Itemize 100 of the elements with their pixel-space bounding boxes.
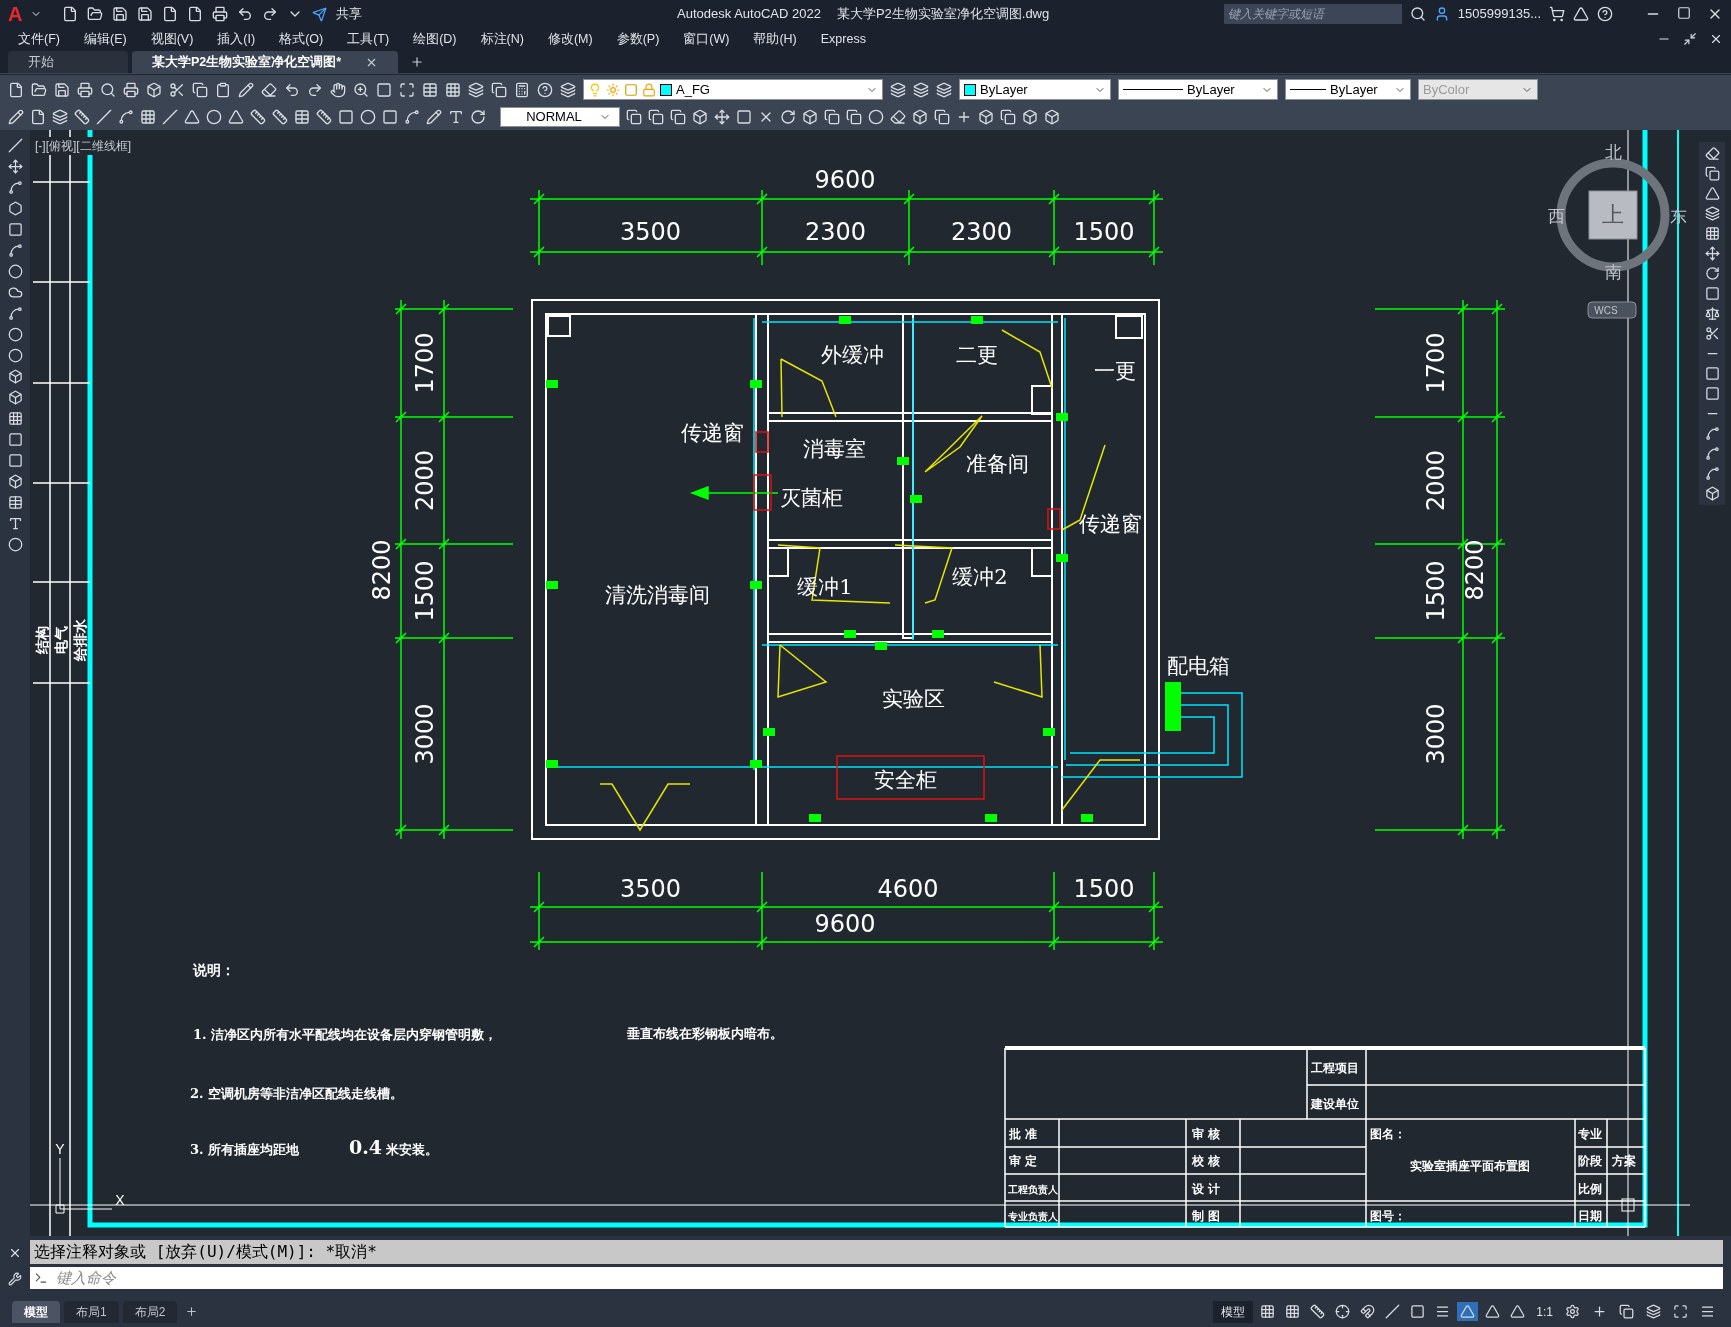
- rotate-icon[interactable]: [780, 109, 796, 125]
- close-icon[interactable]: [1709, 32, 1723, 46]
- table-icon[interactable]: [422, 81, 438, 98]
- viewport-label[interactable]: [-][俯视][二维线框]: [33, 137, 133, 155]
- block-icon[interactable]: [7, 369, 23, 384]
- square-icon[interactable]: [1704, 286, 1720, 301]
- copy-icon[interactable]: [491, 81, 507, 98]
- table-icon[interactable]: [294, 109, 310, 125]
- circle-icon[interactable]: [7, 537, 23, 552]
- file-icon[interactable]: [8, 81, 24, 98]
- menu-item[interactable]: 绘图(D): [413, 29, 457, 49]
- menu-icon[interactable]: [1700, 1304, 1715, 1319]
- copy-icon[interactable]: [1000, 109, 1016, 125]
- layers-icon[interactable]: [1646, 1304, 1661, 1319]
- object-snap-icon[interactable]: [1410, 1304, 1426, 1319]
- layout-tab[interactable]: 布局2: [122, 1300, 178, 1323]
- line-icon[interactable]: [7, 138, 23, 153]
- view-cube[interactable]: [1588, 190, 1638, 240]
- compass-label[interactable]: 西: [1547, 207, 1565, 226]
- pan-icon[interactable]: [330, 81, 346, 98]
- layout-tab[interactable]: 布局1: [64, 1300, 119, 1323]
- copy-icon[interactable]: [626, 109, 642, 125]
- cube-icon[interactable]: [1044, 109, 1060, 125]
- copy-icon[interactable]: [1704, 166, 1720, 181]
- copy-icon[interactable]: [192, 81, 208, 98]
- cube-icon[interactable]: [912, 109, 928, 125]
- cube-icon[interactable]: [978, 109, 994, 125]
- ucs-menu-badge[interactable]: [1587, 301, 1637, 319]
- restore-icon[interactable]: [1683, 32, 1697, 46]
- curve-icon[interactable]: [1704, 426, 1720, 441]
- grid-icon[interactable]: [140, 109, 156, 125]
- polar-icon[interactable]: [1335, 1304, 1351, 1319]
- pencil-icon[interactable]: [8, 109, 24, 125]
- app-logo[interactable]: A: [8, 0, 23, 29]
- command-input[interactable]: 键入命令: [30, 1267, 1723, 1289]
- curve-icon[interactable]: [7, 180, 23, 195]
- rotate-icon[interactable]: [1704, 266, 1720, 281]
- annotation-icon[interactable]: [1510, 1304, 1526, 1319]
- file-icon[interactable]: [187, 6, 204, 22]
- square-icon[interactable]: [376, 81, 392, 98]
- text-icon[interactable]: [7, 516, 23, 531]
- save-icon[interactable]: [112, 6, 129, 22]
- undo-icon[interactable]: [284, 81, 300, 98]
- lineweight-icon[interactable]: [1435, 1304, 1451, 1319]
- line-icon[interactable]: [162, 109, 178, 125]
- menu-item[interactable]: 文件(F): [18, 29, 60, 49]
- ruler-icon[interactable]: [250, 109, 266, 125]
- layers-icon[interactable]: [913, 81, 929, 98]
- save-icon[interactable]: [54, 81, 70, 98]
- snap-icon[interactable]: [1285, 1304, 1301, 1319]
- osnap-icon[interactable]: [1360, 1304, 1376, 1319]
- document-tab[interactable]: 某大学P2生物实验室净化空调图*: [132, 51, 399, 73]
- calculator-icon[interactable]: [514, 81, 530, 98]
- settings-icon[interactable]: [1565, 1304, 1580, 1319]
- layout-tab[interactable]: 模型: [12, 1300, 60, 1323]
- cube-icon[interactable]: [802, 109, 818, 125]
- text-icon[interactable]: [448, 109, 464, 125]
- square-icon[interactable]: [338, 109, 354, 125]
- wrench-icon[interactable]: [8, 1272, 22, 1286]
- zoom-icon[interactable]: [353, 81, 369, 98]
- rotate-icon[interactable]: [470, 109, 486, 125]
- layers-icon[interactable]: [890, 81, 906, 98]
- pencil-icon[interactable]: [238, 81, 254, 98]
- grid-icon[interactable]: [445, 81, 461, 98]
- undo-icon[interactable]: [237, 6, 254, 22]
- cart-icon[interactable]: [1549, 6, 1565, 22]
- layers-icon[interactable]: [936, 81, 952, 98]
- square-icon[interactable]: [382, 109, 398, 125]
- menu-item[interactable]: 标注(N): [480, 29, 524, 49]
- menu-item[interactable]: Express: [820, 29, 866, 49]
- layers-icon[interactable]: [468, 81, 484, 98]
- cube-icon[interactable]: [692, 109, 708, 125]
- maximize-icon[interactable]: [399, 81, 415, 98]
- eraser-icon[interactable]: [1704, 146, 1720, 161]
- add-layout-icon[interactable]: [185, 1305, 199, 1318]
- search-icon[interactable]: [100, 81, 116, 98]
- triangle-icon[interactable]: [1704, 186, 1720, 201]
- user-name[interactable]: 1505999135...: [1457, 4, 1541, 24]
- plus-icon[interactable]: [956, 109, 972, 125]
- triangle-icon[interactable]: [228, 109, 244, 125]
- block-icon[interactable]: [7, 390, 23, 405]
- cube-icon[interactable]: [146, 81, 162, 98]
- ruler-icon[interactable]: [316, 109, 332, 125]
- cloud-icon[interactable]: [7, 285, 23, 300]
- scissors-icon[interactable]: [169, 81, 185, 98]
- circle-icon[interactable]: [206, 109, 222, 125]
- pencil-icon[interactable]: [426, 109, 442, 125]
- grid-icon[interactable]: [1704, 226, 1720, 241]
- copy-icon[interactable]: [824, 109, 840, 125]
- compass-label[interactable]: 北: [1604, 143, 1622, 162]
- help-icon[interactable]: [537, 81, 553, 98]
- arc-icon[interactable]: [7, 243, 23, 258]
- curve-icon[interactable]: [1704, 466, 1720, 481]
- rectangle-icon[interactable]: [7, 222, 23, 237]
- region-icon[interactable]: [7, 474, 23, 489]
- copy-icon[interactable]: [846, 109, 862, 125]
- square-icon[interactable]: [1704, 366, 1720, 381]
- grid-icon[interactable]: [1260, 1304, 1276, 1319]
- menu-item[interactable]: 修改(M): [547, 29, 593, 49]
- menu-item[interactable]: 参数(P): [616, 29, 660, 49]
